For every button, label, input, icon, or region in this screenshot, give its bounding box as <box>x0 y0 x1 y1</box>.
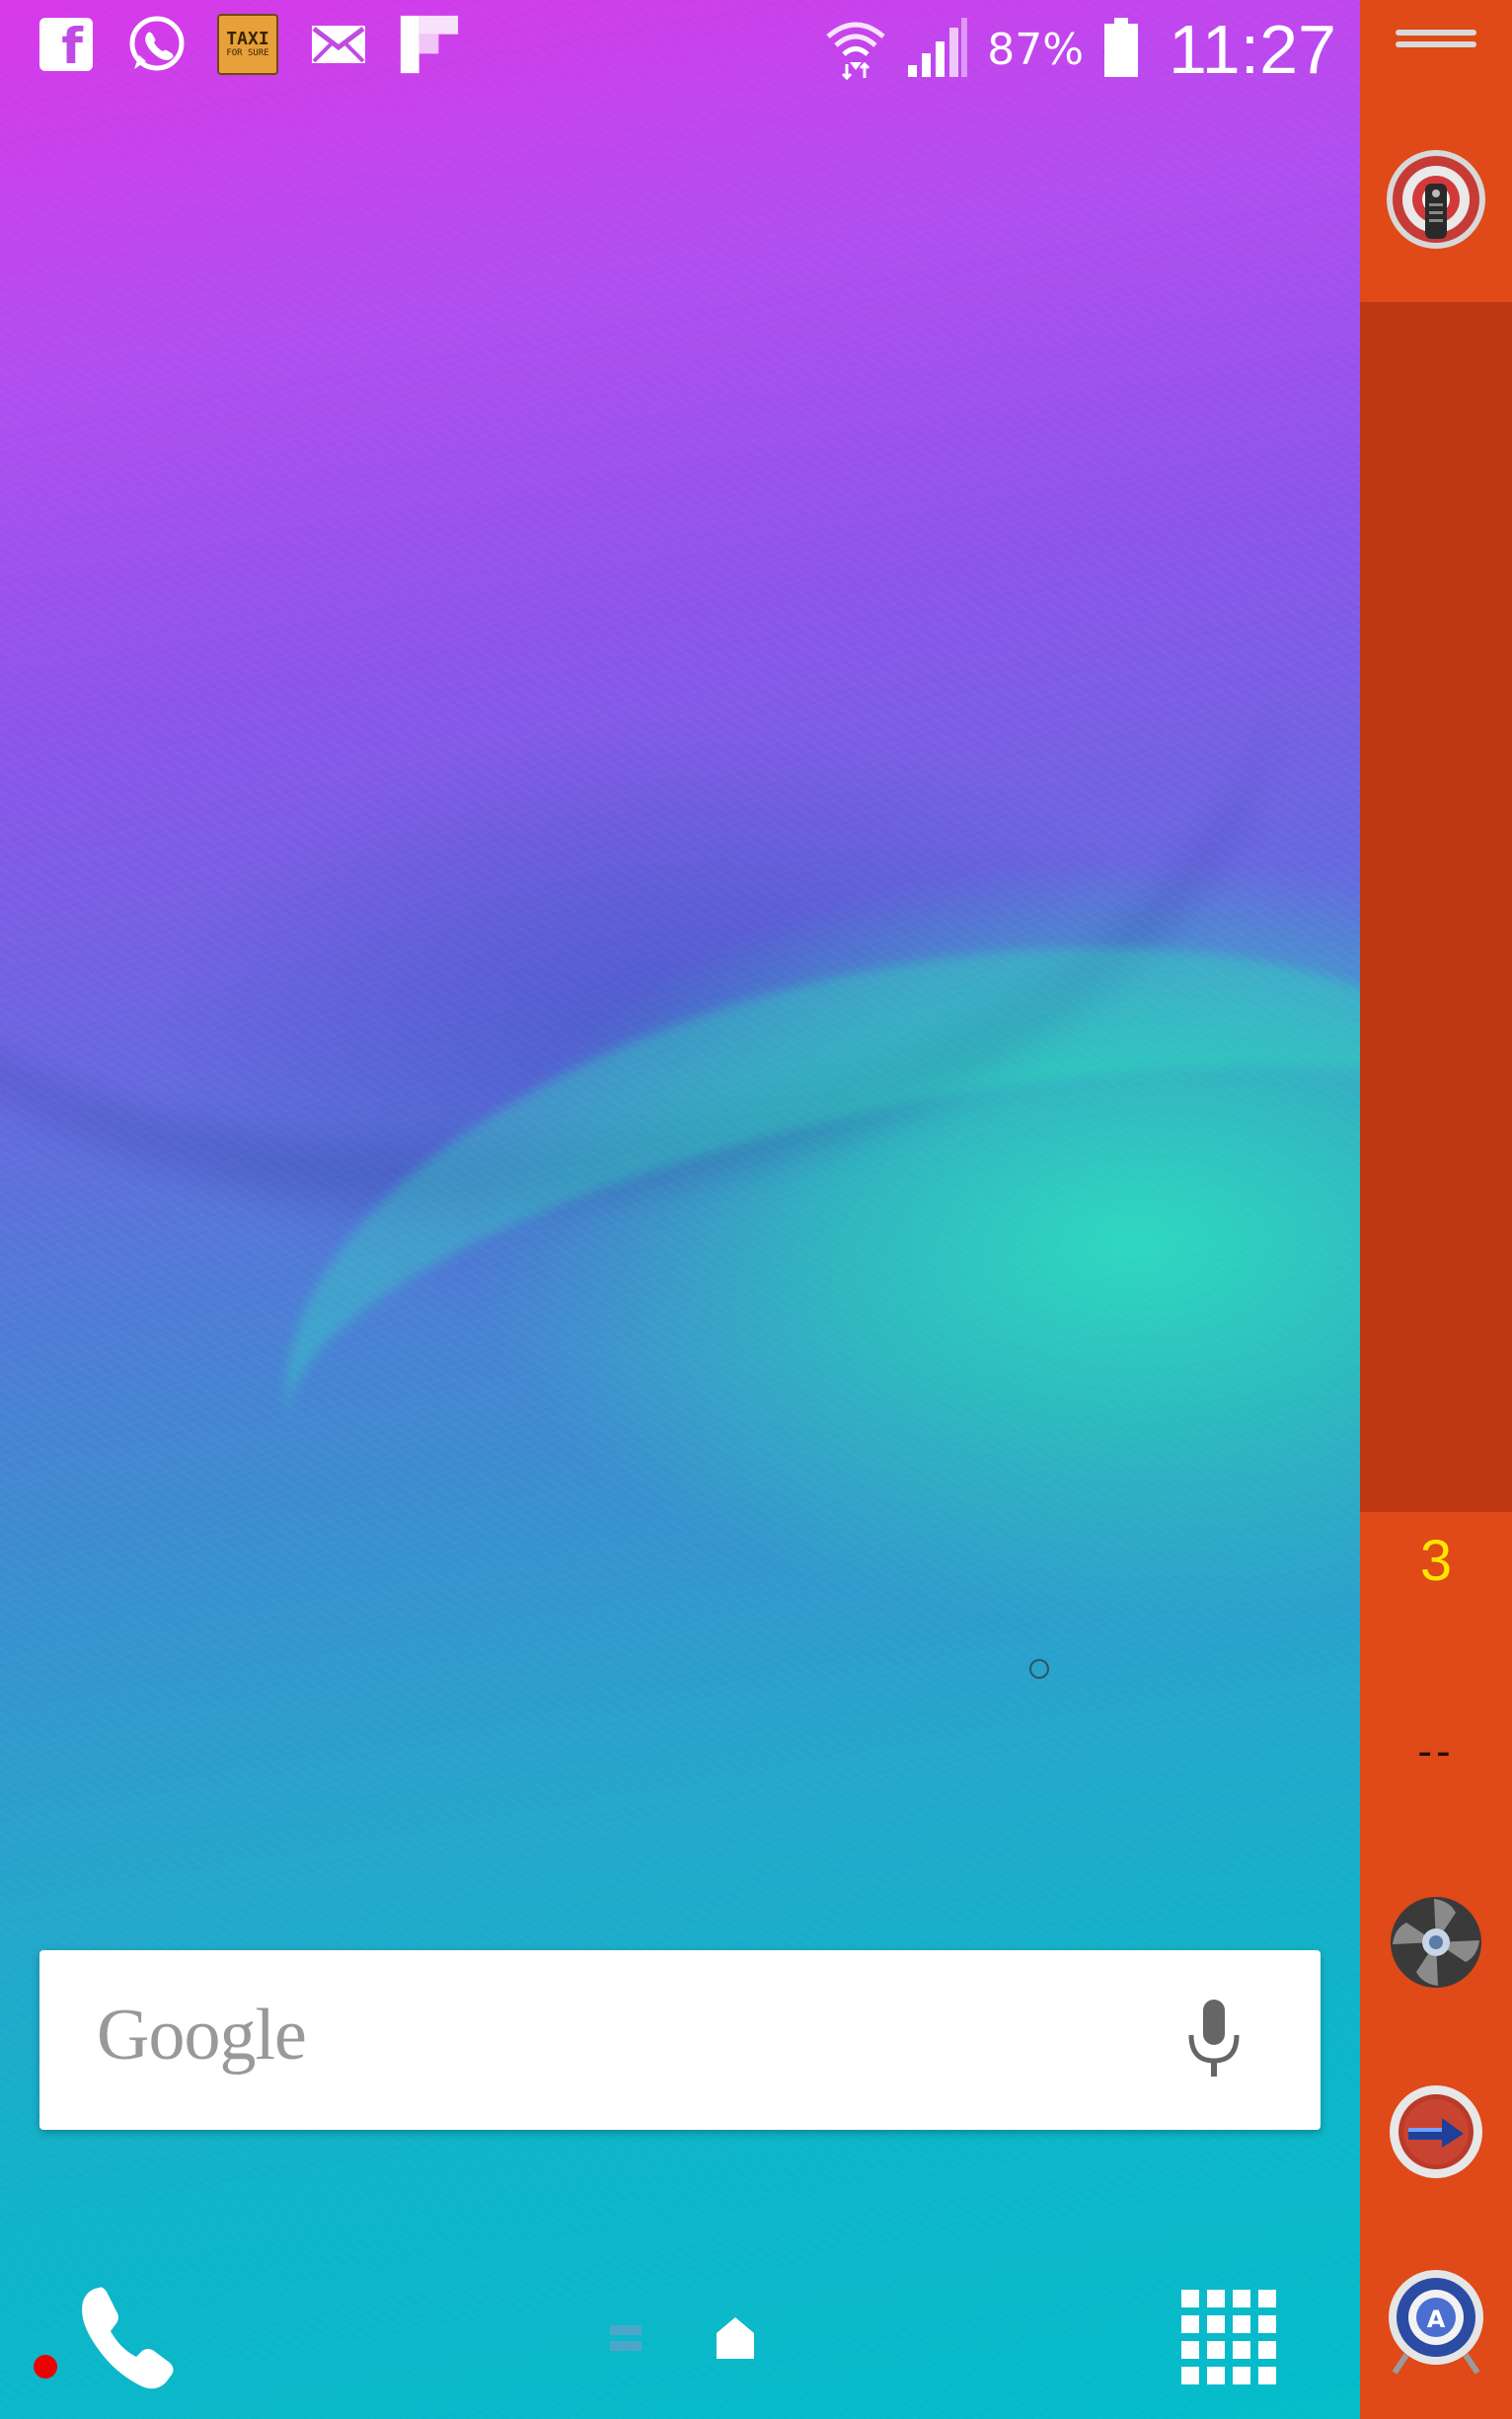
handle-icon <box>1396 26 1476 49</box>
whatsapp-icon <box>126 14 188 75</box>
email-icon <box>308 14 369 75</box>
settings-app-icon: A <box>1389 2270 1483 2375</box>
signal-icon <box>906 16 969 83</box>
mic-icon[interactable] <box>1179 1998 1248 2086</box>
edge-remote-app[interactable] <box>1360 150 1512 302</box>
flipboard-icon <box>399 14 460 75</box>
edge-panel[interactable]: 3 -- A <box>1360 0 1512 2419</box>
taxi-for-sure-icon: TAXI FOR SURE <box>217 14 278 75</box>
google-search-widget[interactable]: Google <box>39 1950 1321 2130</box>
remote-control-icon <box>1387 150 1485 249</box>
edge-settings-app[interactable]: A <box>1387 2266 1485 2375</box>
google-logo: Google <box>97 1995 307 2076</box>
wallpaper-dot <box>1029 1659 1049 1679</box>
home-icon[interactable] <box>713 2309 758 2365</box>
edge-placeholder-value: -- <box>1417 1727 1455 1776</box>
edge-notification-count: 3 <box>1419 1529 1453 1593</box>
edge-panel-handle[interactable] <box>1360 0 1512 75</box>
missed-call-indicator <box>34 2355 57 2379</box>
apps-grid-icon[interactable] <box>1179 2288 1280 2388</box>
status-clock: 11:27 <box>1169 11 1336 88</box>
battery-percent: 87% <box>987 24 1085 75</box>
facebook-icon: f <box>36 14 97 75</box>
page-indicator-icon[interactable] <box>606 2309 645 2369</box>
battery-icon <box>1101 16 1141 83</box>
svg-text:A: A <box>1427 2306 1446 2333</box>
fan-icon <box>1391 1897 1481 1988</box>
edge-arrow-app[interactable] <box>1387 2082 1485 2181</box>
wifi-icon <box>823 15 888 84</box>
status-bar[interactable]: f TAXI FOR SURE 87% 11:27 <box>0 0 1360 95</box>
system-status: 87% 11:27 <box>823 10 1336 89</box>
arrow-app-icon <box>1390 2085 1482 2178</box>
edge-panel-feed[interactable] <box>1360 302 1512 1512</box>
notification-icons: f TAXI FOR SURE <box>36 14 460 75</box>
phone-icon[interactable] <box>69 2280 188 2398</box>
edge-fan-app[interactable] <box>1387 1893 1485 1992</box>
